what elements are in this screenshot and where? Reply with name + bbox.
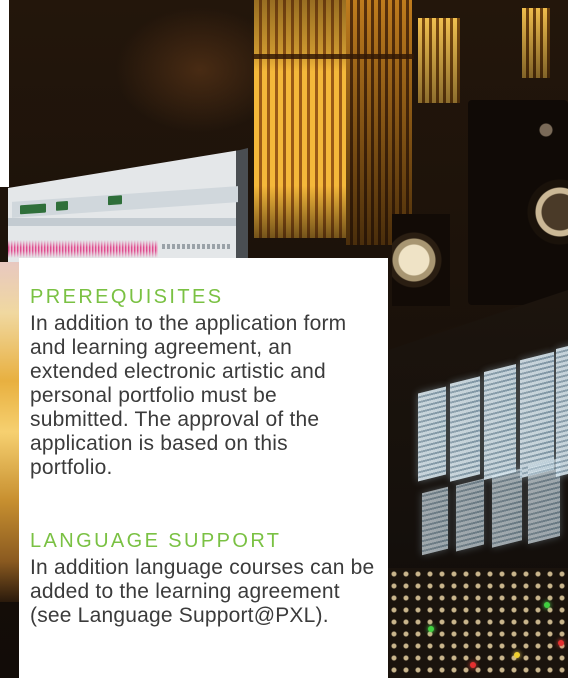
meter-screen — [418, 386, 446, 482]
text-line: (see Language Support@PXL). — [30, 604, 329, 627]
prerequisites-text: In addition to the application form and … — [30, 312, 388, 480]
toolbar-button-icon — [20, 203, 46, 215]
text-line: portfolio. — [30, 456, 113, 479]
console-knobs — [388, 568, 568, 678]
acoustic-panel — [254, 0, 346, 238]
page-margin — [0, 0, 9, 187]
text-line: and learning agreement, an — [30, 336, 293, 359]
daw-toolbar — [12, 186, 238, 218]
text-line: submitted. The approval of the — [30, 408, 320, 431]
brochure-page: PREREQUISITES In addition to the applica… — [0, 0, 568, 678]
console-led — [470, 662, 476, 668]
meter-screen — [484, 364, 516, 480]
console-led — [558, 640, 564, 646]
track-info — [162, 244, 232, 249]
mixing-console — [388, 290, 568, 678]
prerequisites-heading: PREREQUISITES — [30, 286, 224, 308]
toolbar-button-icon — [108, 195, 122, 206]
meter-screen — [456, 478, 484, 552]
console-led — [544, 602, 550, 608]
text-line: In addition language courses can be — [30, 556, 375, 579]
panel-beam — [252, 54, 414, 59]
daw-timeline — [8, 218, 236, 226]
studio-speaker — [392, 214, 450, 306]
studio-speaker — [468, 100, 568, 305]
text-line: added to the learning agreement — [30, 580, 340, 603]
computer-monitor — [8, 148, 248, 262]
meter-screen — [492, 468, 522, 548]
meter-screen — [556, 343, 568, 477]
meter-screen — [422, 486, 448, 556]
text-panel: PREREQUISITES In addition to the applica… — [19, 258, 388, 678]
console-led — [514, 652, 520, 658]
acoustic-panel — [418, 18, 460, 103]
audio-waveform — [8, 240, 158, 258]
language-support-text: In addition language courses can be adde… — [30, 556, 388, 628]
acoustic-panel — [522, 8, 550, 78]
toolbar-button-icon — [56, 200, 68, 211]
meter-screen — [520, 351, 554, 479]
acoustic-panel — [346, 0, 412, 245]
text-line: application is based on this — [30, 432, 288, 455]
text-line: extended electronic artistic and — [30, 360, 326, 383]
meter-screen — [450, 376, 480, 482]
language-support-heading: LANGUAGE SUPPORT — [30, 530, 282, 552]
console-led — [428, 626, 434, 632]
meter-screen — [528, 458, 560, 544]
text-line: In addition to the application form — [30, 312, 347, 335]
text-line: personal portfolio must be — [30, 384, 277, 407]
